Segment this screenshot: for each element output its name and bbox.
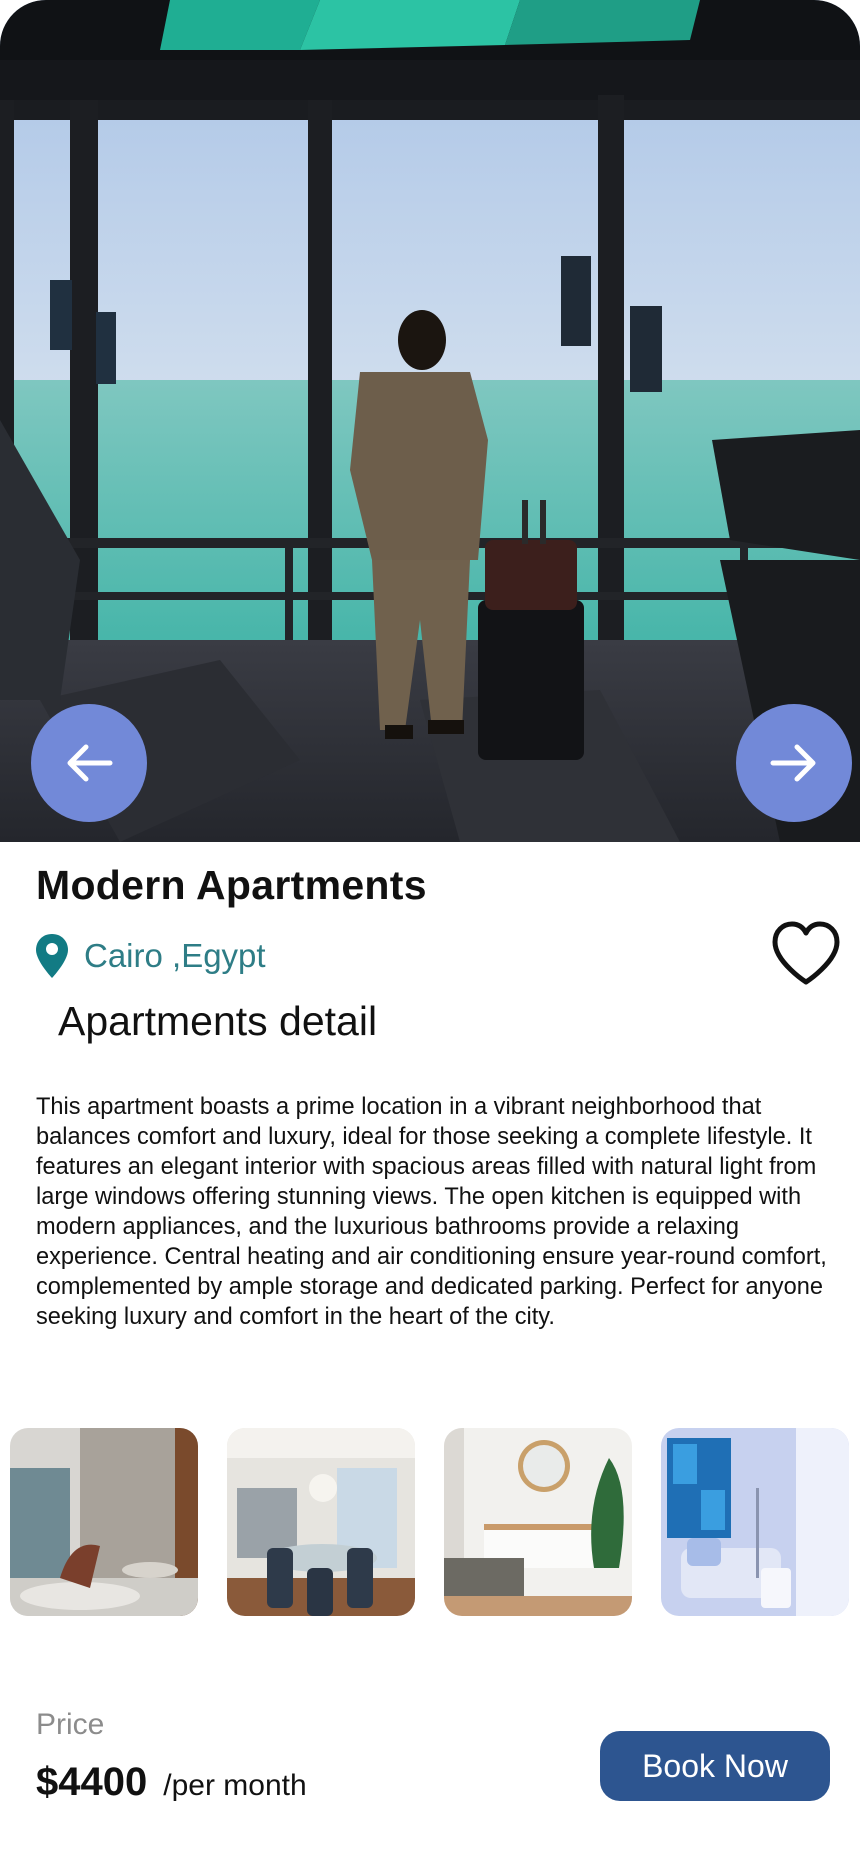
dining-room-thumbnail <box>227 1428 415 1616</box>
bedroom-thumbnail <box>444 1428 632 1616</box>
hero-photo <box>0 0 860 842</box>
details-heading: Apartments detail <box>58 998 378 1044</box>
book-now-button[interactable]: Book Now <box>600 1731 830 1801</box>
lounge-thumbnail <box>661 1428 849 1616</box>
listing-title: Modern Apartments <box>36 862 427 908</box>
next-image-button[interactable] <box>736 704 852 822</box>
apartment-description: This apartment boasts a prime location i… <box>36 1094 827 1330</box>
gallery-thumbnail-dining-room[interactable] <box>227 1428 415 1616</box>
arrow-right-icon <box>770 744 816 782</box>
hero-image <box>0 0 860 842</box>
favorite-heart-icon[interactable] <box>770 920 842 988</box>
living-area-thumbnail <box>10 1428 198 1616</box>
gallery-thumbnail-lounge[interactable] <box>661 1428 849 1616</box>
location-text: Cairo ,Egypt <box>84 937 266 974</box>
price-amount: $4400 <box>36 1760 148 1804</box>
price-period: /per month <box>163 1769 307 1802</box>
gallery-thumbnails <box>10 1428 849 1616</box>
map-pin-icon <box>36 934 68 978</box>
arrow-left-icon <box>67 744 113 782</box>
previous-image-button[interactable] <box>31 704 147 822</box>
price-row: $4400 /per month <box>36 1760 307 1805</box>
gallery-thumbnail-bedroom[interactable] <box>444 1428 632 1616</box>
price-label: Price <box>36 1708 105 1741</box>
gallery-thumbnail-living-area[interactable] <box>10 1428 198 1616</box>
location-row: Cairo ,Egypt <box>34 932 266 980</box>
